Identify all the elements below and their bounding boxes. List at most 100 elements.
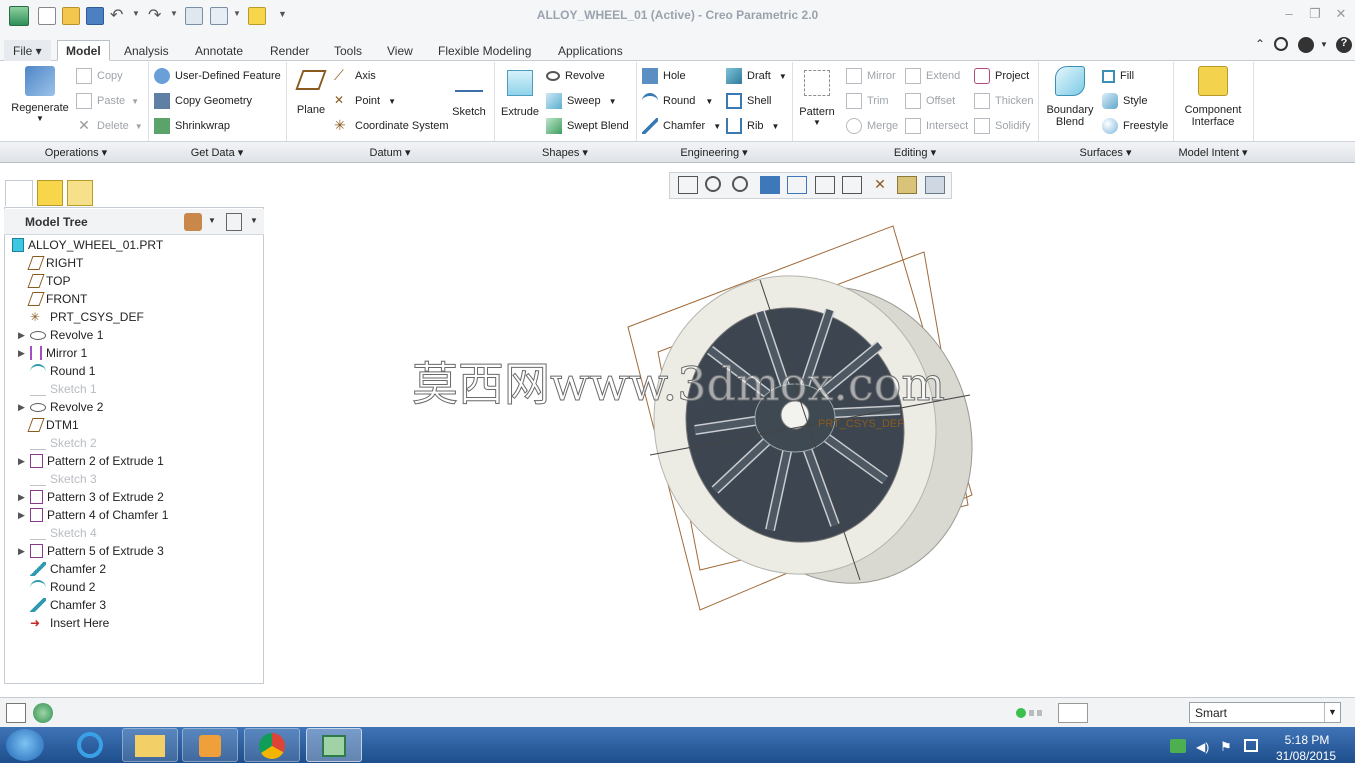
group-editing[interactable]: Editing ▾ [792, 146, 1038, 159]
regenerate-button[interactable]: Regenerate ▼ [8, 66, 72, 123]
tree-item[interactable]: ▶ Pattern 5 of Extrude 3 [10, 542, 260, 560]
taskbar-chrome[interactable] [244, 728, 300, 762]
tree-item[interactable]: ALLOY_WHEEL_01.PRT [10, 236, 260, 254]
saved-orientations-icon[interactable] [815, 176, 835, 194]
pattern-button[interactable]: Pattern ▼ [796, 70, 838, 127]
style-button[interactable]: Style [1102, 91, 1147, 111]
tree-item[interactable]: ▶ Revolve 1 [10, 326, 260, 344]
tray-network-icon[interactable] [1244, 739, 1258, 752]
tree-item[interactable]: Round 1 [10, 362, 260, 380]
tree-item[interactable]: RIGHT [10, 254, 260, 272]
tree-item[interactable]: Sketch 1 [10, 380, 260, 398]
datum-display-filters-icon[interactable]: ✕ [870, 176, 890, 194]
round-button[interactable]: Round ▼ [642, 91, 713, 111]
rib-button[interactable]: Rib ▼ [726, 116, 779, 136]
tab-file[interactable]: File ▾ [4, 40, 51, 61]
mirror-button[interactable]: Mirror [846, 66, 896, 86]
clock-time[interactable]: 5:18 PM [1276, 733, 1338, 747]
expand-arrow-icon[interactable]: ▶ [18, 492, 30, 503]
expand-arrow-icon[interactable]: ▶ [18, 330, 30, 341]
tree-item[interactable]: Chamfer 3 [10, 596, 260, 614]
delete-button[interactable]: ✕ Delete ▼ [76, 116, 143, 136]
solidify-button[interactable]: Solidify [974, 116, 1030, 136]
tab-annotate[interactable]: Annotate [186, 40, 252, 61]
expand-arrow-icon[interactable]: ▶ [18, 348, 30, 359]
tree-item[interactable]: Chamfer 2 [10, 560, 260, 578]
tray-volume-icon[interactable]: ◀) [1196, 740, 1209, 754]
extrude-button[interactable]: Extrude [498, 70, 542, 118]
group-operations[interactable]: Operations ▾ [4, 146, 148, 159]
axis-button[interactable]: ⟋ Axis [334, 66, 376, 86]
tree-item[interactable]: ▶ Pattern 2 of Extrude 1 [10, 452, 260, 470]
user-defined-feature-button[interactable]: User-Defined Feature [154, 66, 281, 86]
folder-browser-tab[interactable] [37, 180, 63, 206]
draft-button[interactable]: Draft ▼ [726, 66, 787, 86]
chevron-down-icon[interactable]: ▼ [1324, 703, 1340, 722]
tray-network-check-icon[interactable] [1170, 739, 1186, 753]
extend-button[interactable]: Extend [905, 66, 960, 86]
zoom-out-icon[interactable] [732, 176, 748, 192]
help-dropdown-icon[interactable]: ▼ [1320, 40, 1328, 49]
expand-arrow-icon[interactable]: ▶ [18, 456, 30, 467]
display-style-icon[interactable] [787, 176, 807, 194]
favorites-tab[interactable] [67, 180, 93, 206]
tab-model[interactable]: Model [57, 40, 110, 61]
tray-flag-icon[interactable]: ⚑ [1220, 739, 1232, 755]
tree-item[interactable]: TOP [10, 272, 260, 290]
browser-toggle-icon[interactable] [33, 703, 53, 723]
shell-button[interactable]: Shell [726, 91, 771, 111]
taskbar-internet-explorer[interactable] [62, 728, 118, 762]
tree-item[interactable]: ✳ PRT_CSYS_DEF [10, 308, 260, 326]
group-engineering[interactable]: Engineering ▾ [636, 146, 792, 159]
minimize-button[interactable]: – [1278, 6, 1300, 24]
group-model-intent[interactable]: Model Intent ▾ [1173, 146, 1253, 159]
maximize-button[interactable]: ❐ [1304, 6, 1326, 24]
tree-item[interactable]: FRONT [10, 290, 260, 308]
tree-show-dropdown-icon[interactable]: ▼ [250, 216, 258, 225]
tree-item[interactable]: ➜ Insert Here [10, 614, 260, 632]
selection-filter-select[interactable]: Smart ▼ [1189, 702, 1341, 723]
tree-item[interactable]: Sketch 4 [10, 524, 260, 542]
tree-item[interactable]: DTM1 [10, 416, 260, 434]
paste-button[interactable]: Paste ▼ [76, 91, 139, 111]
group-shapes[interactable]: Shapes ▾ [494, 146, 636, 159]
clock-date[interactable]: 31/08/2015 [1272, 749, 1340, 763]
coordinate-system-button[interactable]: ✳ Coordinate System [334, 116, 449, 136]
graphics-viewport[interactable]: PRT_CSYS_DEF 莫西网www.3dmox.com [268, 200, 1355, 694]
tree-item[interactable]: ▶ Mirror 1 [10, 344, 260, 362]
freestyle-button[interactable]: Freestyle [1102, 116, 1168, 136]
help-icon[interactable]: ? [1336, 37, 1352, 53]
tree-item[interactable]: ▶ Pattern 4 of Chamfer 1 [10, 506, 260, 524]
find-icon[interactable] [1058, 703, 1088, 723]
model-tree-tab[interactable] [5, 180, 33, 206]
search-icon[interactable] [1274, 37, 1288, 51]
group-get-data[interactable]: Get Data ▾ [148, 146, 286, 159]
view-manager-icon[interactable] [842, 176, 862, 194]
tree-show-icon[interactable] [226, 213, 242, 231]
tab-analysis[interactable]: Analysis [115, 40, 178, 61]
shrinkwrap-button[interactable]: Shrinkwrap [154, 116, 230, 136]
tree-item[interactable]: Round 2 [10, 578, 260, 596]
fill-button[interactable]: Fill [1102, 66, 1134, 86]
boundary-blend-button[interactable]: Boundary Blend [1042, 66, 1098, 128]
tree-item[interactable]: ▶ Revolve 2 [10, 398, 260, 416]
zoom-in-icon[interactable] [705, 176, 721, 192]
trim-button[interactable]: Trim [846, 91, 889, 111]
plane-button[interactable]: Plane [292, 70, 330, 116]
tree-settings-dropdown-icon[interactable]: ▼ [208, 216, 216, 225]
thicken-button[interactable]: Thicken [974, 91, 1034, 111]
sketch-button[interactable]: Sketch [448, 70, 490, 118]
expand-arrow-icon[interactable]: ▶ [18, 510, 30, 521]
repaint-icon[interactable] [760, 176, 780, 194]
component-interface-button[interactable]: Component Interface [1180, 66, 1246, 128]
collapse-ribbon-icon[interactable]: ⌃ [1255, 37, 1265, 51]
offset-button[interactable]: Offset [905, 91, 955, 111]
tab-applications[interactable]: Applications [549, 40, 632, 61]
annotation-display-icon[interactable] [925, 176, 945, 194]
sweep-button[interactable]: Sweep ▼ [546, 91, 617, 111]
swept-blend-button[interactable]: Swept Blend [546, 116, 629, 136]
expand-arrow-icon[interactable]: ▶ [18, 546, 30, 557]
tree-item[interactable]: Sketch 2 [10, 434, 260, 452]
spin-center-icon[interactable] [897, 176, 917, 194]
tree-settings-icon[interactable] [184, 213, 202, 231]
